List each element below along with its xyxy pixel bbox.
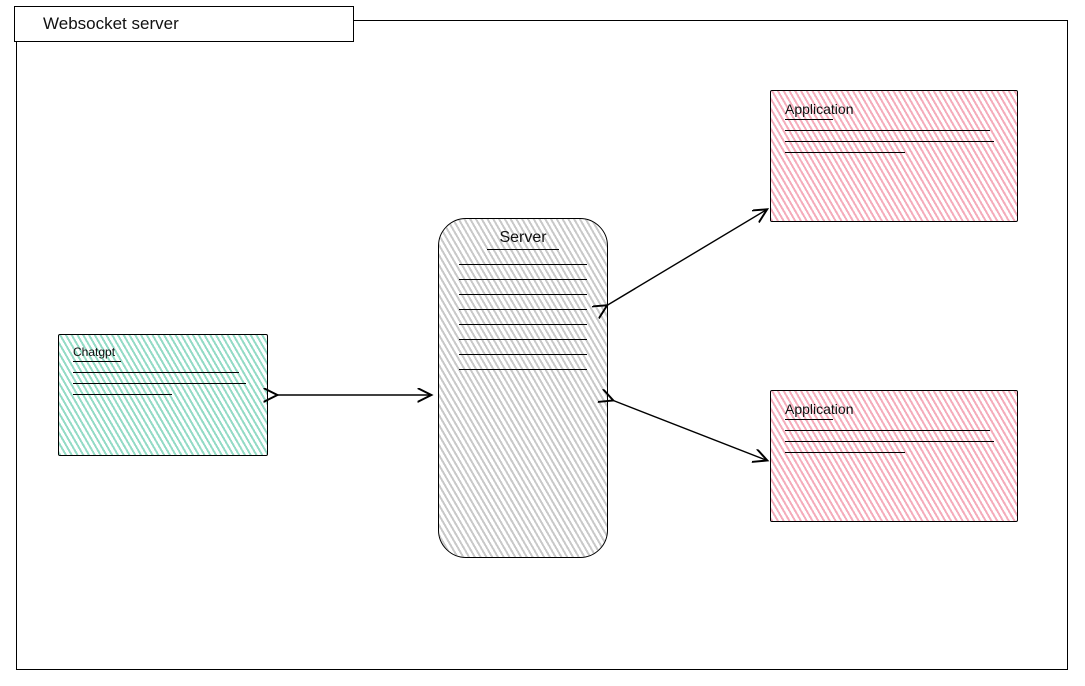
- node-server: Server: [438, 218, 608, 558]
- decoration-line: [73, 383, 246, 384]
- node-chatgpt-label: Chatgpt: [73, 345, 253, 359]
- decoration-line: [459, 309, 587, 310]
- node-application-1: Application: [770, 90, 1018, 222]
- decoration-line: [459, 339, 587, 340]
- diagram-title-box: Websocket server: [14, 6, 354, 42]
- decoration-line: [785, 119, 833, 120]
- diagram-canvas: Websocket server Chatgpt Server: [0, 0, 1085, 686]
- decoration-line: [785, 441, 994, 442]
- node-chatgpt: Chatgpt: [58, 334, 268, 456]
- diagram-title: Websocket server: [43, 14, 179, 33]
- node-application-2-label: Application: [785, 401, 1003, 417]
- decoration-line: [785, 141, 994, 142]
- decoration-line: [459, 294, 587, 295]
- decoration-line: [459, 354, 587, 355]
- decoration-line: [785, 419, 833, 420]
- decoration-line: [459, 279, 587, 280]
- decoration-line: [73, 372, 239, 373]
- decoration-line: [459, 369, 587, 370]
- decoration-line: [487, 249, 559, 250]
- decoration-line: [785, 452, 905, 453]
- decoration-line: [73, 394, 172, 395]
- decoration-line: [73, 361, 121, 362]
- decoration-line: [785, 130, 990, 131]
- node-application-1-label: Application: [785, 101, 1003, 117]
- decoration-line: [785, 152, 905, 153]
- node-application-2: Application: [770, 390, 1018, 522]
- decoration-line: [459, 324, 587, 325]
- decoration-line: [785, 430, 990, 431]
- decoration-line: [459, 264, 587, 265]
- node-server-label: Server: [453, 229, 593, 247]
